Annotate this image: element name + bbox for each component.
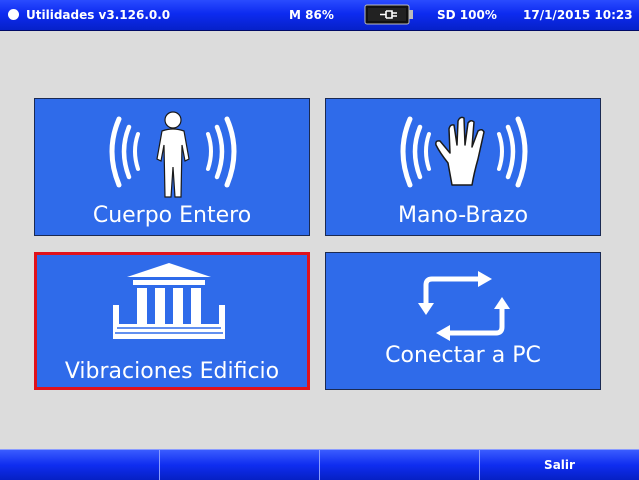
status-bar: Utilidades v3.126.0.0 M 86% SD 100% 17/1… [0, 0, 639, 31]
building-icon [113, 263, 225, 339]
memory-status: M 86% [289, 8, 334, 22]
whole-body-button[interactable]: Cuerpo Entero [34, 98, 310, 236]
exit-button[interactable]: Salir [480, 449, 639, 480]
softkey-2[interactable] [160, 449, 320, 480]
tile-label: Mano-Brazo [397, 203, 529, 228]
datetime: 17/1/2015 10:23 [523, 8, 633, 22]
sd-status: SD 100% [437, 8, 497, 22]
softkey-1[interactable] [0, 449, 160, 480]
tile-label: Conectar a PC [385, 343, 541, 368]
whole-body-vibration-icon [109, 111, 237, 198]
connect-pc-button[interactable]: Conectar a PC [325, 252, 601, 390]
tile-label: Cuerpo Entero [92, 203, 252, 228]
app-title: Utilidades v3.126.0.0 [26, 8, 171, 22]
softkey-3[interactable] [320, 449, 480, 480]
sync-icon [418, 271, 510, 341]
hand-arm-vibration-icon [400, 116, 528, 188]
status-indicator-icon [8, 9, 19, 20]
battery-charging-icon [364, 4, 413, 25]
hand-arm-button[interactable]: Mano-Brazo [325, 98, 601, 236]
softkey-bar: Salir [0, 449, 639, 480]
building-vibration-button[interactable]: Vibraciones Edificio [34, 252, 310, 390]
tile-label: Vibraciones Edificio [64, 359, 280, 384]
